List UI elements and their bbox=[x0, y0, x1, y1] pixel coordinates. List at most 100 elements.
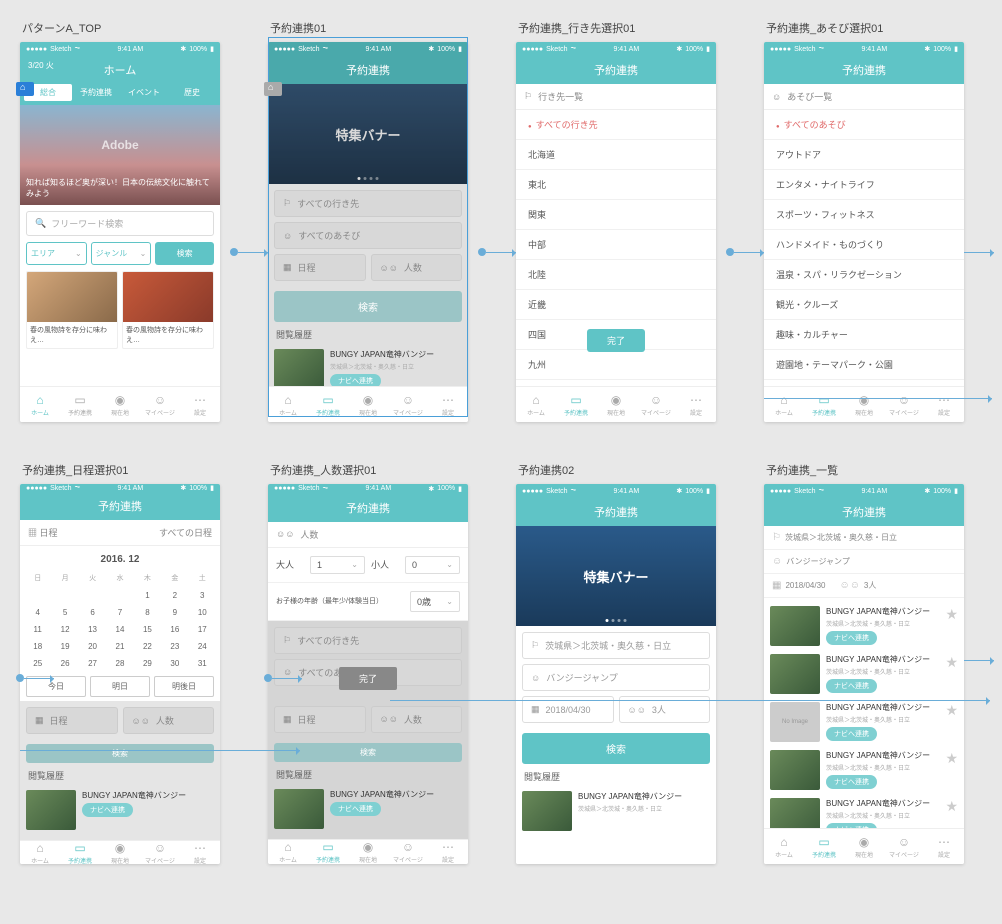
search-button[interactable]: 検索 bbox=[522, 733, 710, 764]
dest-item[interactable]: 近畿 bbox=[516, 290, 716, 320]
cal-day[interactable]: 15 bbox=[134, 621, 161, 638]
feature-card-2[interactable]: 春の風物詩を存分に味わえ… bbox=[122, 271, 214, 349]
star-icon[interactable]: ★ bbox=[945, 606, 958, 623]
nav-link-button[interactable]: ナビへ連携 bbox=[826, 679, 877, 693]
cal-day[interactable]: 4 bbox=[24, 604, 51, 621]
search-button[interactable]: 検索 bbox=[274, 291, 462, 322]
tab-mypage[interactable]: ☺マイページ bbox=[140, 841, 180, 864]
nav-link-button[interactable]: ナビへ連携 bbox=[826, 727, 877, 741]
tab-home[interactable]: ⌂ホーム bbox=[20, 841, 60, 864]
cal-day[interactable]: 29 bbox=[134, 655, 161, 672]
tab-location[interactable]: ◉現在地 bbox=[596, 387, 636, 422]
cal-day[interactable]: 19 bbox=[51, 638, 78, 655]
result-item[interactable]: BUNGY JAPAN竜神バンジー茨城県＞北茨城・奥久慈・日立ナビへ連携★ bbox=[770, 602, 958, 650]
done-button[interactable]: 完了 bbox=[339, 667, 397, 690]
cal-day[interactable]: 13 bbox=[79, 621, 106, 638]
tab-settings[interactable]: ⋯設定 bbox=[180, 387, 220, 422]
hero-image[interactable]: Adobe 知れば知るほど奥が深い！日本の伝統文化に触れてみよう bbox=[20, 105, 220, 205]
play-item[interactable]: アウトドア bbox=[764, 140, 964, 170]
cal-day[interactable]: 12 bbox=[51, 621, 78, 638]
crumb-play[interactable]: ☺バンジージャンプ bbox=[764, 550, 964, 574]
star-icon[interactable]: ★ bbox=[945, 750, 958, 767]
play-field[interactable]: ☺すべてのあそび bbox=[274, 222, 462, 249]
tab-mypage[interactable]: ☺マイページ bbox=[388, 840, 428, 864]
feature-card-1[interactable]: 春の風物詩を存分に味わえ… bbox=[26, 271, 118, 349]
play-item[interactable]: エンタメ・ナイトライフ bbox=[764, 170, 964, 200]
tab-yoyaku[interactable]: ▭予約連携 bbox=[308, 387, 348, 422]
cal-day[interactable]: 22 bbox=[134, 638, 161, 655]
play-item[interactable]: 遊園地・テーマパーク・公園 bbox=[764, 350, 964, 380]
tab-history[interactable]: 歴史 bbox=[168, 84, 216, 101]
star-icon[interactable]: ★ bbox=[945, 702, 958, 719]
play-field[interactable]: ☺バンジージャンプ bbox=[522, 664, 710, 691]
crumb-date-ppl[interactable]: ▦2018/04/30☺☺3人 bbox=[764, 574, 964, 598]
tab-location[interactable]: ◉現在地 bbox=[844, 829, 884, 864]
cal-day[interactable]: 7 bbox=[106, 604, 133, 621]
done-button[interactable]: 完了 bbox=[587, 329, 645, 352]
cal-day[interactable]: 20 bbox=[79, 638, 106, 655]
dest-field[interactable]: ⚐すべての行き先 bbox=[274, 190, 462, 217]
area-select[interactable]: エリア⌄ bbox=[26, 242, 87, 265]
result-item[interactable]: BUNGY JAPAN竜神バンジー茨城県＞北茨城・奥久慈・日立ナビへ連携★ bbox=[770, 746, 958, 794]
cal-day[interactable]: 28 bbox=[106, 655, 133, 672]
search-input[interactable]: 🔍フリーワード検索 bbox=[26, 211, 214, 236]
tab-yoyaku[interactable]: ▭予約連携 bbox=[308, 840, 348, 864]
cal-day[interactable]: 11 bbox=[24, 621, 51, 638]
dayafter-button[interactable]: 明後日 bbox=[154, 676, 214, 697]
tab-home[interactable]: ⌂ホーム bbox=[764, 387, 804, 422]
result-item[interactable]: BUNGY JAPAN竜神バンジー茨城県＞北茨城・奥久慈・日立ナビへ連携★ bbox=[770, 794, 958, 828]
tab-settings[interactable]: ⋯設定 bbox=[428, 387, 468, 422]
child-stepper[interactable]: 0⌄ bbox=[405, 556, 460, 574]
tab-settings[interactable]: ⋯設定 bbox=[428, 840, 468, 864]
cal-day[interactable]: 3 bbox=[189, 587, 216, 604]
star-icon[interactable]: ★ bbox=[945, 798, 958, 815]
cal-day[interactable] bbox=[106, 587, 133, 604]
tab-settings[interactable]: ⋯設定 bbox=[676, 387, 716, 422]
star-icon[interactable]: ★ bbox=[945, 654, 958, 671]
tab-yoyaku[interactable]: ▭予約連携 bbox=[60, 841, 100, 864]
crumb-dest[interactable]: ⚐茨城県＞北茨城・奥久慈・日立 bbox=[764, 526, 964, 550]
cal-day[interactable]: 5 bbox=[51, 604, 78, 621]
people-field[interactable]: ☺☺人数 bbox=[371, 254, 463, 281]
search-button[interactable]: 検索 bbox=[155, 242, 214, 265]
history-item[interactable]: BUNGY JAPAN竜神バンジー茨城県＞北茨城・奥久慈・日立 bbox=[522, 787, 710, 835]
nav-link-button[interactable]: ナビへ連携 bbox=[330, 374, 381, 386]
tab-home[interactable]: ⌂ホーム bbox=[516, 387, 556, 422]
tab-home[interactable]: ⌂ホーム bbox=[20, 387, 60, 422]
cal-day[interactable]: 8 bbox=[134, 604, 161, 621]
cal-day[interactable] bbox=[24, 587, 51, 604]
age-stepper[interactable]: 0歳⌄ bbox=[410, 591, 460, 612]
tab-yoyaku[interactable]: ▭予約連携 bbox=[804, 387, 844, 422]
cal-day[interactable]: 23 bbox=[161, 638, 188, 655]
play-item[interactable]: スポーツ・フィットネス bbox=[764, 200, 964, 230]
tab-home[interactable]: ⌂ホーム bbox=[268, 387, 308, 422]
cal-day[interactable] bbox=[79, 587, 106, 604]
dest-item[interactable]: 中部 bbox=[516, 230, 716, 260]
result-item[interactable]: No ImageBUNGY JAPAN竜神バンジー茨城県＞北茨城・奥久慈・日立ナ… bbox=[770, 698, 958, 746]
nav-link-button[interactable]: ナビへ連携 bbox=[826, 775, 877, 789]
dest-item[interactable]: 関東 bbox=[516, 200, 716, 230]
dest-all[interactable]: すべての行き先 bbox=[516, 110, 716, 140]
dest-item[interactable]: 東北 bbox=[516, 170, 716, 200]
cal-day[interactable]: 9 bbox=[161, 604, 188, 621]
adult-stepper[interactable]: 1⌄ bbox=[310, 556, 365, 574]
cal-day[interactable] bbox=[51, 587, 78, 604]
date-field[interactable]: ▦2018/04/30 bbox=[522, 696, 614, 723]
cal-day[interactable]: 30 bbox=[161, 655, 188, 672]
tab-event[interactable]: イベント bbox=[120, 84, 168, 101]
cal-day[interactable]: 21 bbox=[106, 638, 133, 655]
dest-item[interactable]: 九州 bbox=[516, 350, 716, 380]
cal-day[interactable]: 16 bbox=[161, 621, 188, 638]
nav-link-button[interactable]: ナビへ連携 bbox=[826, 631, 877, 645]
calendar-grid[interactable]: 日月火水木金土123456789101112131415161718192021… bbox=[24, 569, 216, 672]
dest-item[interactable]: 北海道 bbox=[516, 140, 716, 170]
tab-yoyaku[interactable]: ▭予約連携 bbox=[804, 829, 844, 864]
tab-home[interactable]: ⌂ホーム bbox=[764, 829, 804, 864]
cal-day[interactable]: 18 bbox=[24, 638, 51, 655]
play-item[interactable]: 趣味・カルチャー bbox=[764, 320, 964, 350]
tab-mypage[interactable]: ☺マイページ bbox=[884, 829, 924, 864]
cal-day[interactable]: 2 bbox=[161, 587, 188, 604]
tab-home[interactable]: ⌂ホーム bbox=[268, 840, 308, 864]
tab-settings[interactable]: ⋯設定 bbox=[180, 841, 220, 864]
dest-item[interactable]: 北陸 bbox=[516, 260, 716, 290]
